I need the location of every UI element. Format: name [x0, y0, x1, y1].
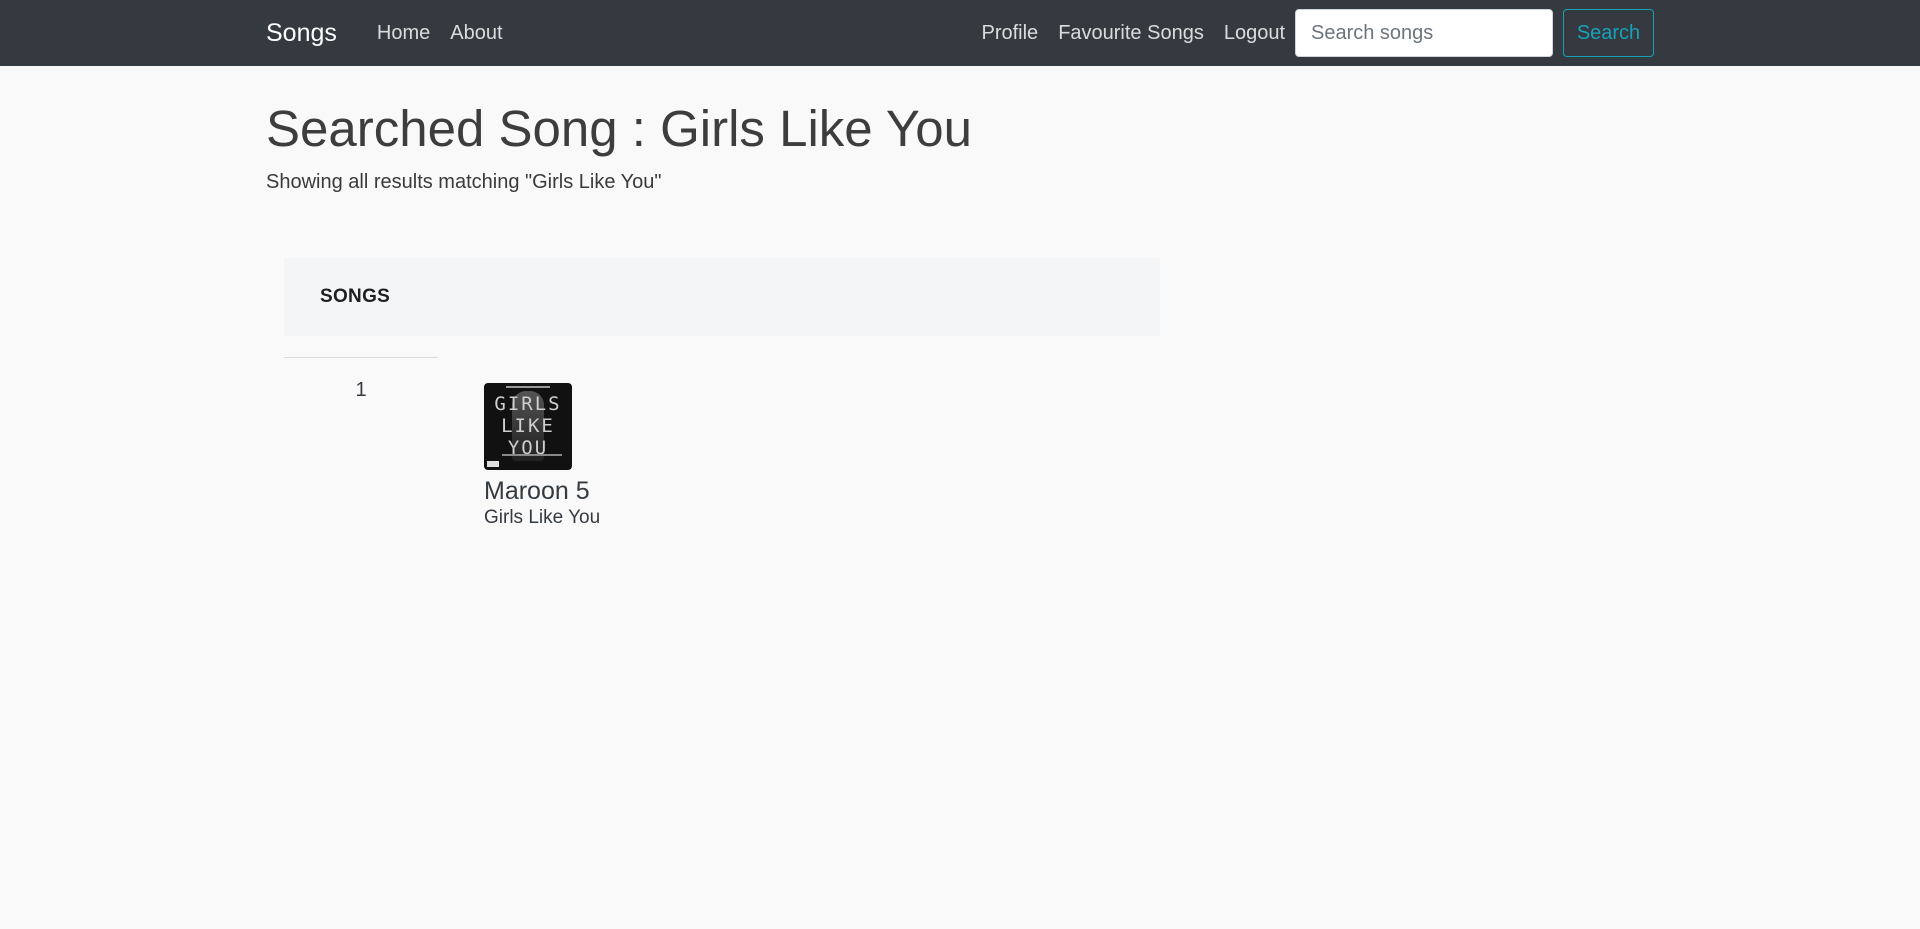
nav-right-links: Profile Favourite Songs Logout Search [981, 9, 1654, 57]
nav-favourite-songs-link[interactable]: Favourite Songs [1058, 22, 1204, 45]
table-row: 1 GIRLS LIKE YOU Maroon 5 Girls Like You [284, 358, 1160, 529]
main-content: Searched Song : Girls Like You Showing a… [0, 66, 1920, 529]
top-navbar: Songs Home About Profile Favourite Songs… [0, 0, 1920, 66]
results-subtitle: Showing all results matching "Girls Like… [266, 171, 662, 194]
songs-table: SONGS 1 GIRLS LIKE YOU Maroon 5 Girls Li… [284, 258, 1160, 529]
nav-about-link[interactable]: About [450, 22, 502, 45]
cover-text-line: LIKE [501, 415, 555, 438]
nav-logout-link[interactable]: Logout [1224, 22, 1285, 45]
album-cover-image[interactable]: GIRLS LIKE YOU [484, 383, 572, 471]
page-title: Searched Song : Girls Like You [266, 100, 972, 157]
cover-lettering: GIRLS LIKE YOU [484, 393, 572, 459]
song-rank: 1 [355, 379, 367, 402]
explicit-badge-icon [487, 461, 499, 468]
search-button[interactable]: Search [1563, 9, 1654, 57]
song-title[interactable]: Girls Like You [484, 507, 600, 529]
nav-home-link[interactable]: Home [377, 22, 430, 45]
nav-profile-link[interactable]: Profile [981, 22, 1038, 45]
cover-text-line: GIRLS [494, 393, 562, 416]
search-input[interactable] [1295, 9, 1553, 57]
artist-name[interactable]: Maroon 5 [484, 476, 600, 506]
cover-bottom-strip [502, 454, 562, 457]
nav-left-links: Home About [377, 22, 503, 45]
table-header: SONGS [284, 258, 1160, 337]
songs-column-header: SONGS [320, 286, 391, 308]
song-cell: GIRLS LIKE YOU Maroon 5 Girls Like You [484, 358, 600, 529]
brand-link[interactable]: Songs [266, 19, 337, 48]
cover-artist-strip [484, 386, 572, 389]
